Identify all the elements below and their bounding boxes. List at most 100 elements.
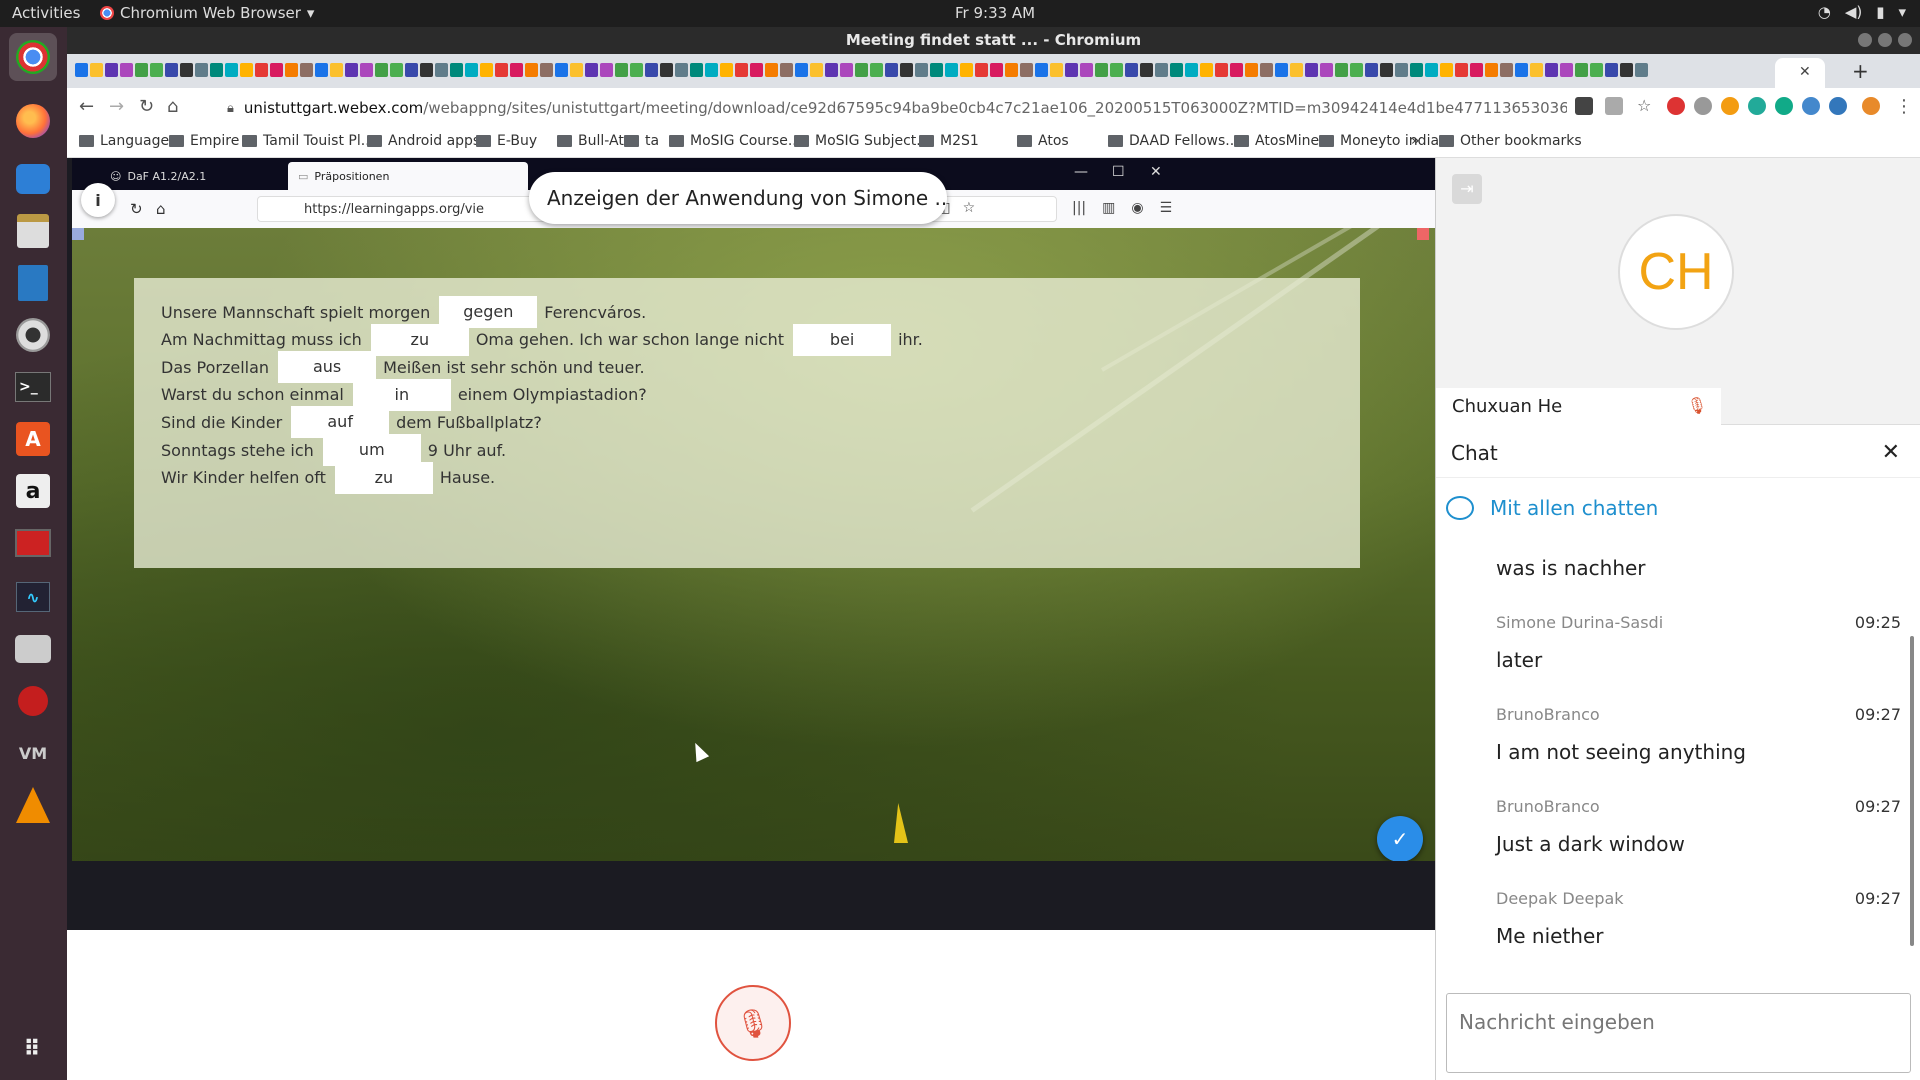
exercise-text: Sonntags stehe ich bbox=[161, 440, 314, 460]
shared-tab-praepositionen: ▭ Präpositionen bbox=[288, 162, 528, 190]
firefox-icon bbox=[16, 104, 50, 138]
favicon-icon bbox=[435, 63, 448, 77]
info-button[interactable]: i bbox=[81, 183, 115, 217]
bookmark-label: Other bookmarks bbox=[1460, 133, 1582, 149]
forward-button[interactable]: → bbox=[109, 96, 124, 117]
extension-icon[interactable] bbox=[1829, 97, 1847, 115]
cherrytree-launcher[interactable] bbox=[9, 677, 57, 725]
grammarly-icon[interactable] bbox=[1775, 97, 1793, 115]
system-tray[interactable]: ◔ ◀) ▮ ▾ bbox=[1818, 3, 1906, 21]
account-icon: ◉ bbox=[1131, 200, 1144, 216]
favicon-icon bbox=[210, 63, 223, 77]
new-tab-button[interactable]: + bbox=[1852, 59, 1869, 83]
other-bookmarks[interactable]: Other bookmarks bbox=[1439, 133, 1582, 149]
bookmark-item[interactable]: Tamil Touist Pl... bbox=[242, 133, 374, 149]
chat-message-list[interactable]: Naweilao Zhou09:24was is nachherSimone D… bbox=[1436, 543, 1920, 956]
bookmark-item[interactable]: ta bbox=[624, 133, 659, 149]
extension-icon[interactable] bbox=[1748, 97, 1766, 115]
maximize-button[interactable] bbox=[1878, 33, 1892, 47]
amazon-launcher[interactable]: a bbox=[9, 467, 57, 515]
files-launcher[interactable] bbox=[9, 207, 57, 255]
adblock-icon[interactable] bbox=[1667, 97, 1685, 115]
star-icon[interactable]: ☆ bbox=[1637, 96, 1651, 115]
app-menu[interactable]: Chromium Web Browser ▾ bbox=[100, 4, 314, 22]
pinned-tab-favicons[interactable] bbox=[75, 63, 1765, 79]
extension-icon[interactable] bbox=[1721, 97, 1739, 115]
minimize-button[interactable] bbox=[1858, 33, 1872, 47]
favicon-icon bbox=[675, 63, 688, 77]
bookmark-item[interactable]: E-Buy bbox=[476, 133, 537, 149]
hamburger-icon: ☰ bbox=[1159, 200, 1173, 216]
activities-button[interactable]: Activities bbox=[12, 4, 80, 22]
battery-icon: ▮ bbox=[1876, 3, 1885, 21]
collapse-panel-button[interactable]: ⇥ bbox=[1452, 174, 1482, 204]
active-tab[interactable]: ✕ bbox=[1775, 58, 1825, 88]
remote-desktop-launcher[interactable] bbox=[9, 519, 57, 567]
bookmark-item[interactable]: MoSIG Course... bbox=[669, 133, 801, 149]
home-button[interactable]: ⌂ bbox=[167, 96, 178, 117]
vmware-launcher[interactable]: VM bbox=[9, 729, 57, 777]
software-center-icon: A bbox=[16, 422, 50, 456]
close-tab-icon[interactable]: ✕ bbox=[1799, 64, 1811, 80]
sharing-banner[interactable]: Anzeigen der Anwendung von Simone ... bbox=[529, 172, 947, 224]
system-monitor-launcher[interactable]: ∿ bbox=[9, 573, 57, 621]
exercise-text: Oma gehen. Ich war schon lange nicht bbox=[475, 330, 785, 350]
bookmark-item[interactable]: Moneyto india bbox=[1319, 133, 1439, 149]
terminal-launcher[interactable]: >_ bbox=[9, 363, 57, 411]
exercise-text: Am Nachmittag muss ich bbox=[161, 330, 362, 350]
close-chat-button[interactable]: ✕ bbox=[1882, 440, 1900, 465]
chat-message-input[interactable]: Nachricht eingeben bbox=[1446, 993, 1911, 1073]
profile-avatar[interactable] bbox=[1862, 97, 1880, 115]
rhythmbox-launcher[interactable] bbox=[9, 311, 57, 359]
software-launcher[interactable]: A bbox=[9, 415, 57, 463]
chat-scrollbar[interactable] bbox=[1910, 636, 1914, 946]
firefox-launcher[interactable] bbox=[9, 97, 57, 145]
bookmark-item[interactable]: AtosMine bbox=[1234, 133, 1319, 149]
writer-launcher[interactable] bbox=[9, 259, 57, 307]
extension-icon[interactable] bbox=[1802, 97, 1820, 115]
chat-sender: BrunoBranco bbox=[1496, 705, 1600, 724]
more-bookmarks-button[interactable]: » bbox=[1411, 133, 1420, 149]
url-path: /webappng/sites/unistuttgart/meeting/dow… bbox=[423, 99, 1567, 117]
bookmark-item[interactable]: DAAD Fellows... bbox=[1108, 133, 1239, 149]
favicon-icon bbox=[360, 63, 373, 77]
camera-launcher[interactable] bbox=[9, 625, 57, 673]
back-button[interactable]: ← bbox=[79, 96, 94, 117]
files-icon bbox=[17, 214, 49, 248]
bookmark-item[interactable]: M2S1 bbox=[919, 133, 979, 149]
volume-icon: ◀) bbox=[1844, 3, 1863, 21]
menu-icon[interactable]: ⋮ bbox=[1895, 96, 1913, 117]
address-bar[interactable]: 🔒︎ unistuttgart.webex.com /webappng/site… bbox=[227, 95, 1567, 121]
favicon-icon bbox=[1305, 63, 1318, 77]
favicon-icon bbox=[1020, 63, 1033, 77]
emoji-icon: ☺ bbox=[110, 169, 122, 183]
bookmark-item[interactable]: MoSIG Subject... bbox=[794, 133, 930, 149]
unmute-button[interactable]: 🎙︎ bbox=[715, 985, 791, 1061]
bookmark-item[interactable]: Atos bbox=[1017, 133, 1069, 149]
chromium-launcher[interactable] bbox=[9, 33, 57, 81]
bookmark-item[interactable]: Empire bbox=[169, 133, 239, 149]
exercise-text: dem Fußballplatz? bbox=[396, 412, 542, 432]
vmware-icon: VM bbox=[18, 743, 48, 763]
extension-icon[interactable] bbox=[1694, 97, 1712, 115]
favicon-icon bbox=[1125, 63, 1138, 77]
vlc-launcher[interactable] bbox=[9, 781, 57, 829]
shared-tab-label: Präpositionen bbox=[314, 169, 390, 183]
bookmark-item[interactable]: Language bbox=[79, 133, 169, 149]
favicon-icon bbox=[1155, 63, 1168, 77]
folder-icon bbox=[624, 135, 639, 147]
favicon-icon bbox=[375, 63, 388, 77]
camera-extension-icon[interactable] bbox=[1575, 97, 1593, 115]
bookmark-item[interactable]: Android apps bbox=[367, 133, 480, 149]
exercise-text: Ferencváros. bbox=[544, 302, 647, 322]
favicon-icon bbox=[720, 63, 733, 77]
show-applications-button[interactable]: ⠿ bbox=[9, 1025, 57, 1073]
translate-icon[interactable] bbox=[1605, 97, 1623, 115]
clock[interactable]: Fr 9:33 AM bbox=[955, 4, 1035, 22]
thunderbird-launcher[interactable] bbox=[9, 155, 57, 203]
chat-recipient-selector[interactable]: Mit allen chatten bbox=[1446, 496, 1658, 520]
reload-button[interactable]: ↻ bbox=[139, 96, 154, 117]
right-panel: ⇥ CH Chuxuan He 🎙︎ Chat ✕ Mit allen chat… bbox=[1435, 158, 1920, 1080]
close-window-button[interactable] bbox=[1898, 33, 1912, 47]
favicon-icon bbox=[585, 63, 598, 77]
